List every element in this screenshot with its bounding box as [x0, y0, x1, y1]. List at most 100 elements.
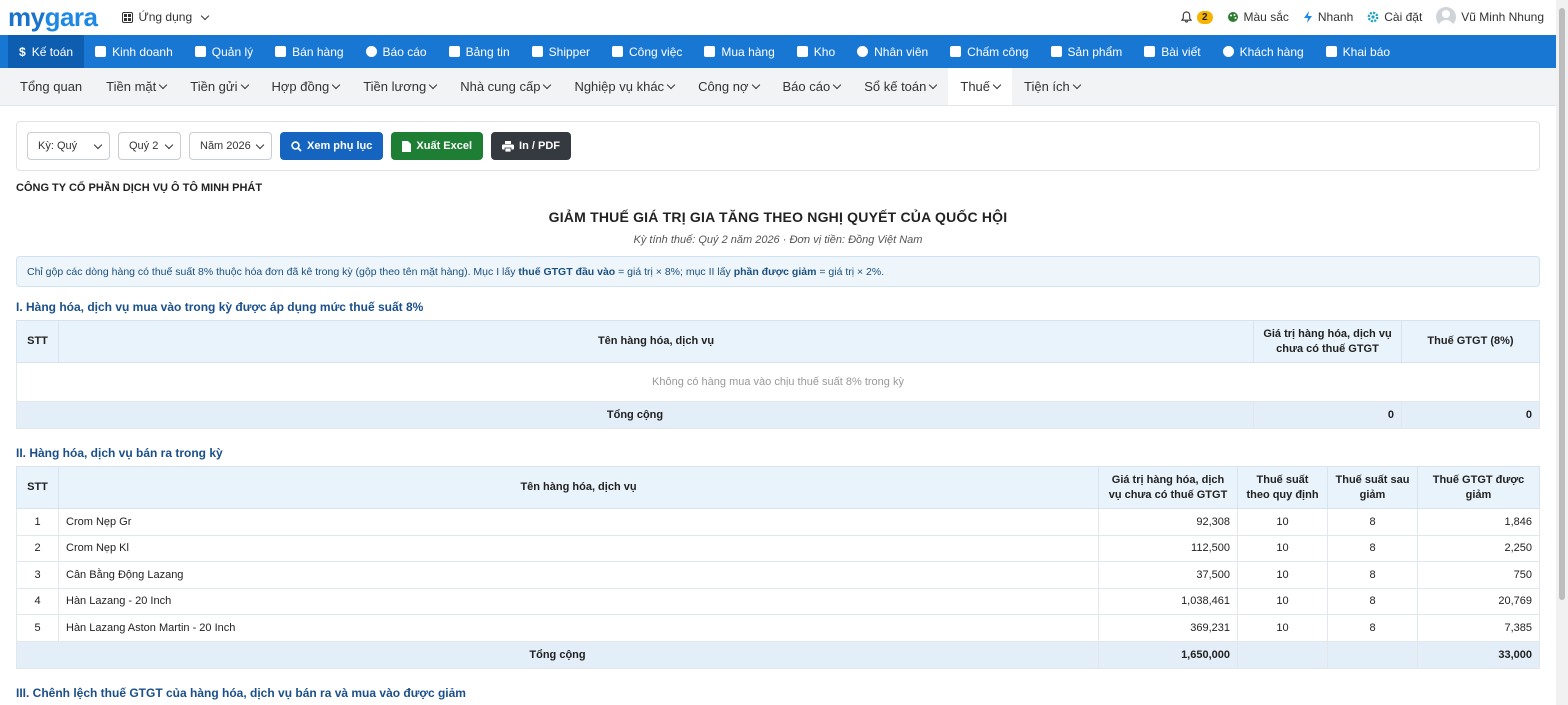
- report-content: Kỳ: Quý Quý 2 Năm 2026 Xem phụ lục Xuất …: [0, 106, 1556, 705]
- company-name: CÔNG TY CỔ PHẦN DỊCH VỤ Ô TÔ MINH PHÁT: [16, 182, 263, 194]
- tab-label: Tổng quan: [20, 79, 83, 94]
- tab-tien-mat[interactable]: Tiền mặt: [94, 68, 178, 105]
- notification-badge: 2: [1196, 10, 1213, 24]
- notifications-button[interactable]: 2: [1180, 10, 1213, 24]
- tab-label: Tiền mặt: [106, 79, 157, 94]
- sales-table: STT Tên hàng hóa, dịch vụ Giá trị hàng h…: [16, 466, 1540, 669]
- nav-nhan-vien[interactable]: Nhân viên: [846, 35, 939, 68]
- col-name: Tên hàng hóa, dịch vụ: [58, 466, 1099, 509]
- cell-value: 92,308: [1098, 508, 1238, 536]
- tab-tong-quan[interactable]: Tổng quan: [8, 68, 94, 105]
- id-card-icon: [194, 46, 206, 57]
- nav-label: Khách hàng: [1239, 44, 1304, 59]
- basket-icon: [704, 46, 716, 57]
- chevron-down-icon: [992, 80, 1002, 90]
- nav-label: Bài viết: [1161, 44, 1201, 59]
- nav-bang-tin[interactable]: Bảng tin: [438, 35, 521, 68]
- cell-stt: 4: [16, 587, 59, 615]
- cell-stt: 2: [16, 534, 59, 562]
- cell-value: 1,038,461: [1098, 587, 1238, 615]
- tab-bao-cao[interactable]: Báo cáo: [771, 68, 853, 105]
- tab-label: Hợp đồng: [271, 79, 330, 94]
- filter-toolbar: Kỳ: Quý Quý 2 Năm 2026 Xem phụ lục Xuất …: [16, 121, 1540, 171]
- cell-reduced: 20,769: [1417, 587, 1540, 615]
- quarter-select[interactable]: Quý 2: [118, 132, 181, 160]
- cell-new-rate: 8: [1327, 587, 1418, 615]
- book-icon: [1144, 46, 1156, 57]
- main-nav: $ Kế toán Kinh doanh Quản lý Bán hàng Báo…: [0, 35, 1556, 68]
- empty-row: Không có hàng mua vào chịu thuế suất 8% …: [16, 362, 1540, 402]
- print-pdf-label: In / PDF: [519, 140, 560, 152]
- nav-san-pham[interactable]: Sản phẩm: [1040, 35, 1134, 68]
- colors-button[interactable]: Màu sắc: [1227, 10, 1289, 24]
- cell-stt: 3: [16, 561, 59, 589]
- chevron-down-icon: [159, 80, 168, 90]
- box-icon: [1050, 46, 1062, 57]
- empty-message: Không có hàng mua vào chịu thuế suất 8% …: [16, 362, 1540, 402]
- lightning-icon: [1303, 11, 1312, 23]
- nav-bao-cao[interactable]: Báo cáo: [355, 35, 438, 68]
- nav-label: Báo cáo: [382, 44, 427, 59]
- chevron-down-icon: [832, 80, 842, 90]
- total-value: 0: [1253, 401, 1402, 429]
- user-icon: [857, 46, 869, 57]
- nav-quan-ly[interactable]: Quản lý: [184, 35, 264, 68]
- scrollbar[interactable]: [1556, 0, 1568, 705]
- user-menu[interactable]: Vũ Minh Nhung: [1436, 7, 1544, 27]
- app-switcher[interactable]: Ứng dụng: [121, 10, 210, 24]
- nav-shipper[interactable]: Shipper: [521, 35, 601, 68]
- nav-kinh-doanh[interactable]: Kinh doanh: [84, 35, 184, 68]
- tab-tien-ich[interactable]: Tiện ích: [1012, 68, 1092, 105]
- report-subtitle: Kỳ tính thuế: Quý 2 năm 2026 · Đơn vị ti…: [633, 234, 923, 246]
- note-bold: phần được giảm: [733, 265, 817, 278]
- logo-my: my: [8, 2, 45, 32]
- nav-kho[interactable]: Kho: [786, 35, 846, 68]
- tab-thue[interactable]: Thuế: [948, 68, 1013, 105]
- year-select[interactable]: Năm 2026: [189, 132, 272, 160]
- list-icon: [1325, 46, 1337, 57]
- nav-mua-hang[interactable]: Mua hàng: [693, 35, 785, 68]
- cell-name: Crom Nẹp Kl: [58, 534, 1099, 562]
- nav-bai-viet[interactable]: Bài viết: [1133, 35, 1211, 68]
- logo[interactable]: my gara: [8, 4, 98, 30]
- nav-khai-bao[interactable]: Khai báo: [1315, 35, 1401, 68]
- nav-khach-hang[interactable]: Khách hàng: [1212, 35, 1315, 68]
- tab-label: Thuế: [960, 79, 991, 94]
- nav-cham-cong[interactable]: Chấm công: [939, 35, 1039, 68]
- col-value: Giá trị hàng hóa, dịch vụ chưa có thuế G…: [1253, 320, 1402, 363]
- tab-label: Nhà cung cấp: [460, 79, 541, 94]
- tab-so-ke-toan[interactable]: Sổ kế toán: [852, 68, 948, 105]
- cell-stt: 5: [16, 614, 59, 642]
- chevron-down-icon: [240, 80, 249, 90]
- note-text: Chỉ gộp các dòng hàng có thuế suất 8% th…: [27, 265, 519, 278]
- nav-label: Khai báo: [1342, 44, 1391, 59]
- tab-tien-gui[interactable]: Tiền gửi: [178, 68, 259, 105]
- settings-button[interactable]: Cài đặt: [1367, 10, 1422, 24]
- purchase-table: STT Tên hàng hóa, dịch vụ Giá trị hàng h…: [16, 320, 1540, 429]
- tab-tien-luong[interactable]: Tiền lương: [351, 68, 448, 105]
- tab-nha-cung-cap[interactable]: Nhà cung cấp: [448, 68, 562, 105]
- col-new-rate: Thuế suất sau giảm: [1327, 466, 1418, 509]
- cell-new-rate: 8: [1327, 614, 1418, 642]
- cell-reduced: 750: [1417, 561, 1540, 589]
- col-reduced: Thuế GTGT được giảm: [1417, 466, 1540, 509]
- nav-ban-hang[interactable]: Bán hàng: [264, 35, 354, 68]
- period-select[interactable]: Kỳ: Quý: [27, 132, 110, 160]
- nav-ke-toan[interactable]: $ Kế toán: [8, 35, 85, 68]
- tab-nghiep-vu-khac[interactable]: Nghiệp vụ khác: [562, 68, 686, 105]
- view-appendix-button[interactable]: Xem phụ lục: [280, 132, 384, 160]
- tab-hop-dong[interactable]: Hợp đồng: [260, 68, 352, 105]
- export-excel-button[interactable]: Xuất Excel: [391, 132, 484, 160]
- print-pdf-button[interactable]: In / PDF: [491, 132, 571, 160]
- col-tax: Thuế GTGT (8%): [1401, 320, 1540, 363]
- scrollbar-thumb[interactable]: [1559, 8, 1565, 600]
- tab-cong-no[interactable]: Công nợ: [686, 68, 770, 105]
- calendar-icon: [612, 46, 624, 57]
- col-stt: STT: [16, 320, 59, 363]
- nav-cong-viec[interactable]: Công việc: [601, 35, 693, 68]
- quick-button[interactable]: Nhanh: [1303, 10, 1353, 24]
- nav-label: Kho: [813, 44, 836, 59]
- avatar: [1436, 7, 1457, 27]
- section-1-title: I. Hàng hóa, dịch vụ mua vào trong kỳ đư…: [16, 300, 424, 314]
- export-excel-label: Xuất Excel: [416, 140, 473, 152]
